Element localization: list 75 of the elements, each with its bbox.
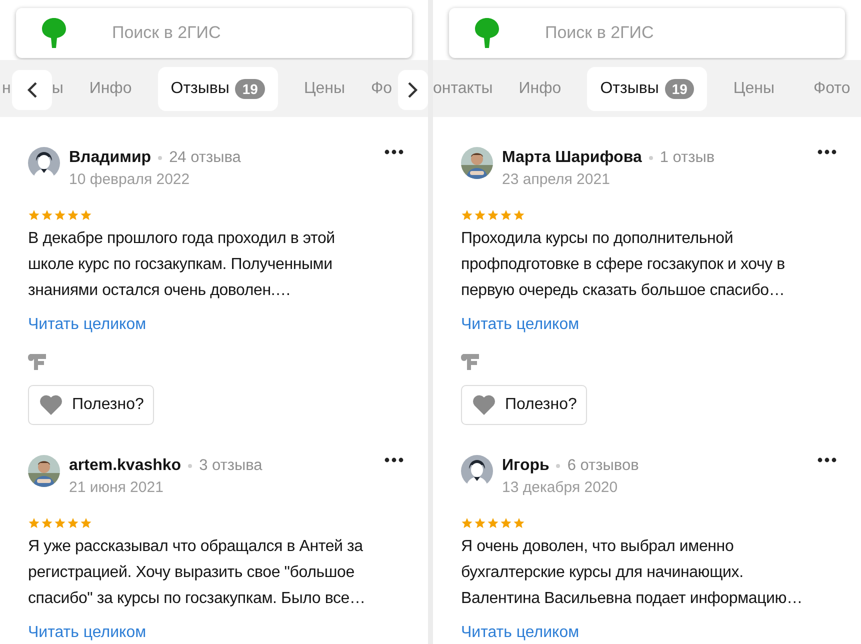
tab[interactable]: н xyxy=(2,66,11,110)
star-icon xyxy=(54,517,66,529)
scroll-right-button[interactable] xyxy=(398,70,428,110)
review-text: Я очень доволен, что выбрал именно бухгалтерские курсы для начинающих. Валентина Васильевна подает информацию… xyxy=(461,537,804,609)
review-count: 3 отзыва xyxy=(199,456,262,476)
review-date: 23 апреля 2021 xyxy=(502,170,611,190)
review-text: Проходила курсы по дополнительной профподготовке в сфере госзакупок и хочу в первую очередь сказать большое спасибо… xyxy=(461,229,786,301)
scroll-left-button[interactable] xyxy=(12,70,52,110)
star-icon xyxy=(67,209,79,221)
star-icon xyxy=(28,517,40,529)
search-input[interactable]: Поиск в 2ГИС xyxy=(112,20,362,46)
review-date: 21 июня 2021 xyxy=(69,478,164,498)
star-icon xyxy=(80,209,92,221)
count-badge: 19 xyxy=(664,78,694,98)
star-icon xyxy=(474,517,486,529)
review-count: 1 отзыв xyxy=(660,148,715,168)
avatar-icon xyxy=(28,147,60,179)
review-count: 6 отзывов xyxy=(567,456,639,476)
logo-icon xyxy=(474,17,500,49)
helpful-button[interactable]: Полезно? xyxy=(28,385,154,425)
star-icon xyxy=(461,209,473,221)
tab[interactable]: Фото xyxy=(800,66,861,110)
tab[interactable]: Отзывы 19 xyxy=(587,66,708,110)
star-icon xyxy=(500,517,512,529)
heart-icon xyxy=(471,394,497,416)
read-more-link[interactable]: Читать целиком xyxy=(461,314,580,336)
star-icon xyxy=(54,209,66,221)
star-icon xyxy=(80,517,92,529)
star-icon xyxy=(41,209,53,221)
review-text: Я уже рассказывал что обращался в Антей за регистрацией. Хочу выразить свое "большое спасибо" за курсы по госзакупкам. Было все… xyxy=(28,537,366,609)
avatar-icon xyxy=(461,455,493,487)
review-date: 10 февраля 2022 xyxy=(69,170,191,190)
chevron-right-icon xyxy=(407,81,419,99)
review-text: В декабре прошлого года проходил в этой школе курс по госзакупкам. Полученными знаниями остался очень доволен.… xyxy=(28,229,336,301)
star-icon xyxy=(28,209,40,221)
tab[interactable]: Цены xyxy=(720,66,788,110)
author-name[interactable]: artem.kvashko xyxy=(69,455,182,477)
star-icon xyxy=(487,209,499,221)
star-icon xyxy=(41,517,53,529)
read-more-link[interactable]: Читать целиком xyxy=(28,314,146,336)
star-icon xyxy=(461,517,473,529)
more-icon xyxy=(817,457,837,463)
star-icon xyxy=(513,209,525,221)
star-icon xyxy=(474,209,486,221)
more-button[interactable] xyxy=(384,457,404,463)
more-icon xyxy=(384,149,404,155)
count-badge: 19 xyxy=(235,78,265,98)
star-icon xyxy=(487,517,499,529)
more-icon xyxy=(384,457,404,463)
logo-icon xyxy=(41,17,67,49)
more-button[interactable] xyxy=(817,457,837,463)
helpful-button[interactable]: Полезно? xyxy=(461,385,587,425)
star-icon xyxy=(67,517,79,529)
tab[interactable]: Инфо xyxy=(506,66,574,110)
tab[interactable]: Инфо xyxy=(76,66,145,110)
tab[interactable]: Цены xyxy=(290,66,358,110)
chevron-left-icon xyxy=(26,81,38,99)
more-button[interactable] xyxy=(384,149,404,155)
author-name[interactable]: Игорь xyxy=(502,455,550,477)
star-icon xyxy=(513,517,525,529)
star-icon xyxy=(500,209,512,221)
tab[interactable]: ы xyxy=(52,66,64,110)
more-button[interactable] xyxy=(817,149,837,155)
read-more-link[interactable]: Читать целиком xyxy=(461,622,580,644)
tab[interactable]: онтакты xyxy=(433,66,493,110)
review-count: 24 отзыва xyxy=(169,148,241,168)
tab[interactable]: Отзывы 19 xyxy=(158,66,278,110)
author-name[interactable]: Марта Шарифова xyxy=(502,147,642,169)
read-more-link[interactable]: Читать целиком xyxy=(28,622,146,644)
review-date: 13 декабря 2020 xyxy=(502,478,619,498)
more-icon xyxy=(817,149,837,155)
author-name[interactable]: Владимир xyxy=(69,147,152,169)
tab[interactable]: Фо xyxy=(371,66,392,110)
heart-icon xyxy=(38,394,64,416)
search-input[interactable]: Поиск в 2ГИС xyxy=(545,20,795,46)
